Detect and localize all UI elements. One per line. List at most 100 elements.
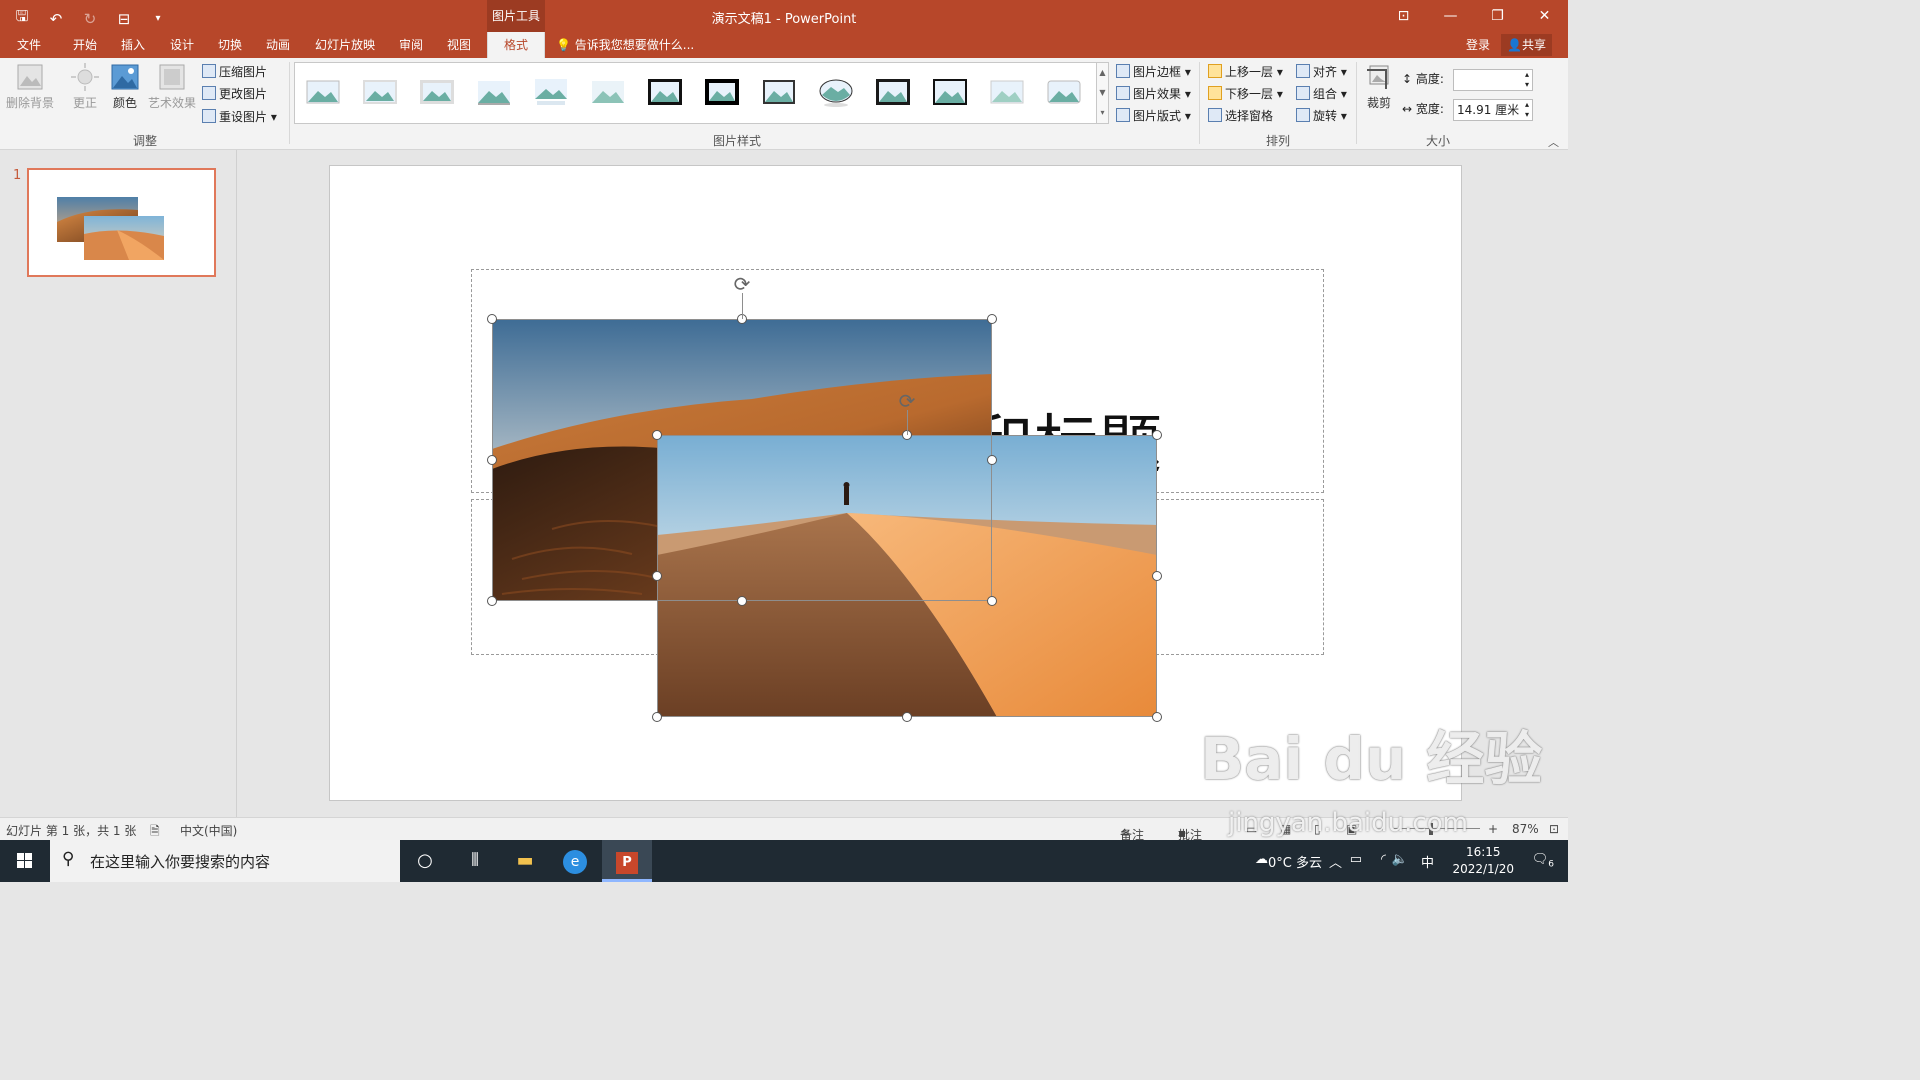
- resize-handle[interactable]: [902, 712, 912, 722]
- zoom-slider[interactable]: [1394, 828, 1480, 829]
- close-button[interactable]: ✕: [1521, 0, 1568, 32]
- resize-handle[interactable]: [987, 314, 997, 324]
- zoom-level[interactable]: 87%: [1512, 822, 1539, 836]
- ime-indicator[interactable]: 中: [1421, 852, 1434, 871]
- notification-center-icon[interactable]: 🗨6: [1532, 852, 1554, 870]
- volume-icon[interactable]: 🔈: [1392, 852, 1408, 867]
- tab-design[interactable]: 设计: [166, 32, 198, 58]
- picture-border-button[interactable]: 图片边框 ▾: [1116, 62, 1191, 82]
- undo-icon[interactable]: ↶: [46, 10, 66, 28]
- restore-button[interactable]: ❐: [1474, 0, 1521, 32]
- resize-handle[interactable]: [652, 571, 662, 581]
- minimize-button[interactable]: —: [1427, 0, 1474, 32]
- tab-insert[interactable]: 插入: [117, 32, 149, 58]
- taskbar-clock[interactable]: 16:15 2022/1/20: [1452, 844, 1514, 878]
- resize-handle[interactable]: [1152, 712, 1162, 722]
- collapse-ribbon-icon[interactable]: ︿: [1548, 134, 1559, 150]
- crop-button[interactable]: 裁剪: [1362, 62, 1396, 111]
- tab-transitions[interactable]: 切换: [214, 32, 246, 58]
- slide-thumbnail[interactable]: [27, 168, 216, 277]
- resize-handle[interactable]: [652, 712, 662, 722]
- scroll-down-icon[interactable]: ▼: [1097, 83, 1108, 103]
- corrections-button[interactable]: 更正: [66, 62, 104, 111]
- save-icon[interactable]: 🖫: [12, 6, 32, 31]
- tab-animations[interactable]: 动画: [262, 32, 294, 58]
- color-button[interactable]: 颜色: [106, 62, 144, 111]
- reading-view-icon[interactable]: ▯: [1314, 822, 1321, 836]
- picture-style-thumbnail[interactable]: [818, 77, 854, 107]
- send-backward-button[interactable]: 下移一层 ▾: [1208, 84, 1283, 104]
- zoom-in-icon[interactable]: +: [1488, 822, 1498, 836]
- height-input[interactable]: ▴ ▾: [1453, 69, 1533, 91]
- picture-style-thumbnail[interactable]: [989, 77, 1025, 107]
- align-button[interactable]: 对齐 ▾: [1296, 62, 1347, 82]
- tab-home[interactable]: 开始: [69, 32, 101, 58]
- picture-style-thumbnail[interactable]: [704, 77, 740, 107]
- artistic-effects-button[interactable]: 艺术效果: [146, 62, 198, 111]
- selection-pane-button[interactable]: 选择窗格: [1208, 106, 1273, 126]
- picture-effects-button[interactable]: 图片效果 ▾: [1116, 84, 1191, 104]
- resize-handle[interactable]: [1152, 430, 1162, 440]
- ribbon-display-options-button[interactable]: ⊡: [1380, 0, 1427, 32]
- fit-slide-icon[interactable]: ⊡: [1549, 822, 1559, 836]
- battery-icon[interactable]: ▭: [1350, 852, 1362, 867]
- picture-style-thumbnail[interactable]: [590, 77, 626, 107]
- file-explorer-icon[interactable]: ▬: [500, 840, 550, 882]
- weather-cloud-icon[interactable]: ☁: [1255, 852, 1268, 867]
- edge-browser-icon[interactable]: e: [550, 840, 600, 882]
- width-spinner-icon[interactable]: ▴ ▾: [1525, 100, 1529, 120]
- picture-style-thumbnail[interactable]: [875, 77, 911, 107]
- slide-sorter-icon[interactable]: ▦: [1280, 822, 1291, 836]
- height-spinner-icon[interactable]: ▴ ▾: [1525, 70, 1529, 90]
- tell-me-search[interactable]: 💡 告诉我您想要做什么...: [556, 32, 694, 58]
- resize-handle[interactable]: [487, 596, 497, 606]
- weather-text[interactable]: 0°C 多云: [1268, 852, 1322, 871]
- tab-view[interactable]: 视图: [443, 32, 475, 58]
- resize-handle[interactable]: [652, 430, 662, 440]
- picture-style-thumbnail[interactable]: [476, 77, 512, 107]
- login-link[interactable]: 登录: [1466, 32, 1490, 58]
- tab-slideshow[interactable]: 幻灯片放映: [311, 32, 379, 58]
- normal-view-icon[interactable]: ▭: [1246, 822, 1257, 836]
- present-icon[interactable]: ⊟: [114, 10, 134, 28]
- gallery-scroll[interactable]: ▲ ▼ ▾: [1097, 62, 1109, 124]
- scroll-up-icon[interactable]: ▲: [1097, 63, 1108, 83]
- group-button[interactable]: 组合 ▾: [1296, 84, 1347, 104]
- change-picture-button[interactable]: 更改图片: [202, 84, 267, 104]
- tray-chevron-icon[interactable]: ︿: [1329, 852, 1342, 871]
- picture-style-thumbnail[interactable]: [647, 77, 683, 107]
- language-indicator[interactable]: 中文(中国): [180, 822, 237, 839]
- zoom-slider-thumb[interactable]: [1429, 823, 1433, 835]
- picture-style-thumbnail[interactable]: [761, 77, 797, 107]
- zoom-out-icon[interactable]: −: [1376, 822, 1386, 836]
- wifi-icon[interactable]: ◜: [1381, 852, 1386, 867]
- redo-icon[interactable]: ↻: [80, 10, 100, 28]
- taskbar-search-box[interactable]: ⚲ 在这里输入你要搜索的内容: [50, 840, 400, 882]
- picture-style-thumbnail[interactable]: [305, 77, 341, 107]
- picture-style-thumbnail[interactable]: [533, 77, 569, 107]
- tab-format[interactable]: 格式: [487, 32, 545, 58]
- picture-style-thumbnail[interactable]: [932, 77, 968, 107]
- picture-style-thumbnail[interactable]: [419, 77, 455, 107]
- slide[interactable]: 和标题: [329, 165, 1462, 801]
- powerpoint-taskbar-icon[interactable]: P: [602, 840, 652, 882]
- tab-file[interactable]: 文件: [13, 32, 45, 58]
- resize-handle[interactable]: [487, 314, 497, 324]
- gallery-more-icon[interactable]: ▾: [1097, 103, 1108, 123]
- resize-handle[interactable]: [1152, 571, 1162, 581]
- picture-layout-button[interactable]: 图片版式 ▾: [1116, 106, 1191, 126]
- picture-style-thumbnail[interactable]: [362, 77, 398, 107]
- start-button[interactable]: [0, 840, 50, 882]
- cortana-icon[interactable]: ○: [400, 840, 450, 882]
- share-button[interactable]: 👤共享: [1501, 34, 1552, 56]
- tab-review[interactable]: 审阅: [395, 32, 427, 58]
- compress-pictures-button[interactable]: 压缩图片: [202, 62, 267, 82]
- customize-qat-icon[interactable]: ▾: [148, 13, 168, 24]
- bring-forward-button[interactable]: 上移一层 ▾: [1208, 62, 1283, 82]
- width-input[interactable]: 14.91 厘米 ▴ ▾: [1453, 99, 1533, 121]
- picture-style-thumbnail[interactable]: [1046, 77, 1082, 107]
- remove-background-button[interactable]: 删除背景: [4, 62, 56, 111]
- reset-picture-button[interactable]: 重设图片 ▾: [202, 107, 277, 127]
- slideshow-icon[interactable]: ▣: [1346, 822, 1357, 836]
- rotate-button[interactable]: 旋转 ▾: [1296, 106, 1347, 126]
